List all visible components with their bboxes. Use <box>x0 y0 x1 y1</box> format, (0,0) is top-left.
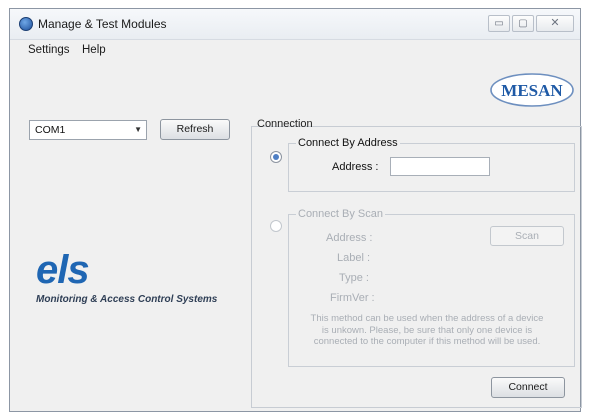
menu-settings[interactable]: Settings <box>28 44 70 56</box>
scan-address-label: Address : <box>326 232 373 244</box>
dropdown-arrow-icon: ▼ <box>134 125 142 134</box>
connect-by-address-radio[interactable] <box>270 151 282 163</box>
port-select-value: COM1 <box>35 124 66 136</box>
menu-help[interactable]: Help <box>82 44 106 56</box>
refresh-button[interactable]: Refresh <box>160 119 230 140</box>
els-tagline: Monitoring & Access Control Systems <box>36 294 218 305</box>
scan-note-line: This method can be used when the address… <box>310 313 544 324</box>
connect-by-scan-label: Connect By Scan <box>296 208 385 220</box>
address-input[interactable] <box>390 157 490 176</box>
scan-label-label: Label : <box>337 252 371 264</box>
connect-by-scan-radio[interactable] <box>270 220 282 232</box>
app-icon <box>19 17 33 31</box>
port-select[interactable]: COM1 ▼ <box>29 120 147 140</box>
scan-note: This method can be used when the address… <box>292 313 562 348</box>
connection-group-label: Connection <box>257 118 313 130</box>
menu-bar: Settings Help <box>10 39 580 61</box>
scan-note-line: is unkown. Please, be sure that only one… <box>321 324 533 336</box>
minimize-button[interactable]: ▭ <box>488 15 510 32</box>
window-title: Manage & Test Modules <box>38 17 167 31</box>
scan-note-line: connected to the computer if this method… <box>313 336 541 347</box>
mesan-logo-text: MESAN <box>501 81 563 100</box>
els-logo: els <box>36 248 90 292</box>
close-button[interactable]: ✕ <box>536 15 574 32</box>
scan-type-label: Type : <box>339 272 369 284</box>
maximize-button[interactable]: ▢ <box>512 15 534 32</box>
scan-firmver-label: FirmVer : <box>330 292 375 304</box>
connect-button[interactable]: Connect <box>491 377 565 398</box>
title-bar: Manage & Test Modules ▭ ▢ ✕ <box>10 9 580 40</box>
mesan-logo: MESAN <box>490 73 574 107</box>
scan-button[interactable]: Scan <box>490 226 564 246</box>
connect-by-address-label: Connect By Address <box>296 137 400 149</box>
address-label: Address : <box>332 161 379 173</box>
